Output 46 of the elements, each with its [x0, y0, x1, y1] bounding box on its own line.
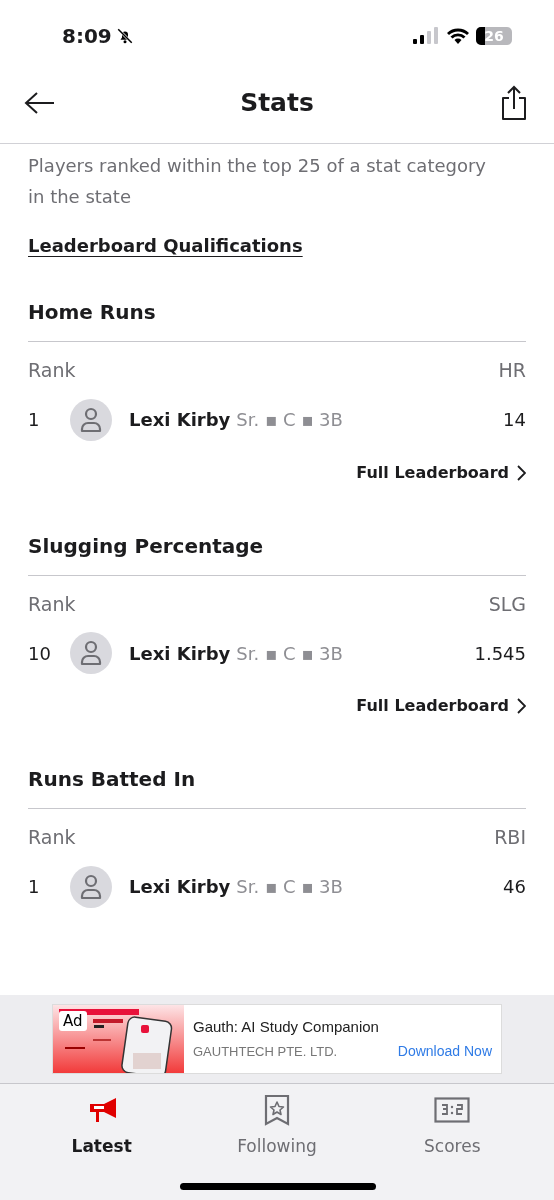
column-header: Rank: [28, 825, 76, 850]
chevron-right-icon: [517, 698, 526, 714]
player-name: Lexi Kirby: [129, 408, 231, 432]
download-link[interactable]: Download Now: [397, 1041, 492, 1063]
player-details: Sr. ▪ C ▪ 3B: [236, 408, 343, 432]
stat-value: 46: [503, 875, 526, 899]
player-details: Sr. ▪ C ▪ 3B: [236, 875, 343, 899]
avatar-icon: [70, 398, 112, 441]
section-title: Slugging Percentage: [28, 530, 526, 576]
chevron-right-icon: [517, 464, 526, 481]
wifi-icon: [446, 27, 470, 45]
ad-title: Gauth: AI Study Companion: [193, 1016, 380, 1037]
column-header: Rank: [28, 358, 76, 383]
qualifications-link[interactable]: Leaderboard Qualifications: [28, 232, 303, 259]
rank-number: 1: [28, 408, 41, 432]
column-header: SLG: [488, 591, 526, 617]
column-header: HR: [498, 358, 526, 383]
full-leaderboard-link[interactable]: Full Leaderboard: [356, 694, 526, 718]
column-header: Rank: [28, 591, 76, 617]
player-name: Lexi Kirby: [129, 641, 231, 666]
ad-badge: Ad: [59, 1011, 87, 1031]
full-leaderboard-link[interactable]: Full Leaderboard: [356, 460, 526, 485]
intro-text: Players ranked within the top 25 of a stat category in the state: [28, 154, 487, 209]
tab-button[interactable]: Latest: [36, 1094, 167, 1160]
clock-time: 8:09: [62, 23, 112, 50]
bookmark-star-icon: [263, 1094, 291, 1126]
section-title: Runs Batted In: [28, 764, 526, 809]
player-name: Lexi Kirby: [129, 875, 231, 899]
battery-level: 26: [484, 27, 504, 45]
avatar-icon: [70, 632, 112, 674]
ad-banner[interactable]: Ad Gauth: AI Study Companion GAUTHTECH PTE. LTD. Download Now: [52, 1004, 502, 1074]
signal-icon: [412, 27, 440, 45]
stat-value: 1.545: [474, 641, 526, 666]
page-title: Stats: [240, 86, 314, 119]
bell-muted-icon: [115, 27, 134, 45]
tab-button[interactable]: Scores: [387, 1094, 518, 1160]
ad-advertiser: GAUTHTECH PTE. LTD.: [193, 1043, 338, 1061]
rank-number: 1: [28, 875, 41, 899]
avatar-icon: [70, 865, 112, 908]
rank-number: 10: [28, 641, 52, 666]
tab-button[interactable]: Following: [212, 1094, 342, 1160]
section-title: Home Runs: [28, 297, 526, 342]
stat-value: 14: [503, 408, 526, 432]
column-header: RBI: [494, 825, 526, 850]
player-details: Sr. ▪ C ▪ 3B: [236, 641, 343, 666]
scoreboard-icon: [434, 1094, 471, 1126]
